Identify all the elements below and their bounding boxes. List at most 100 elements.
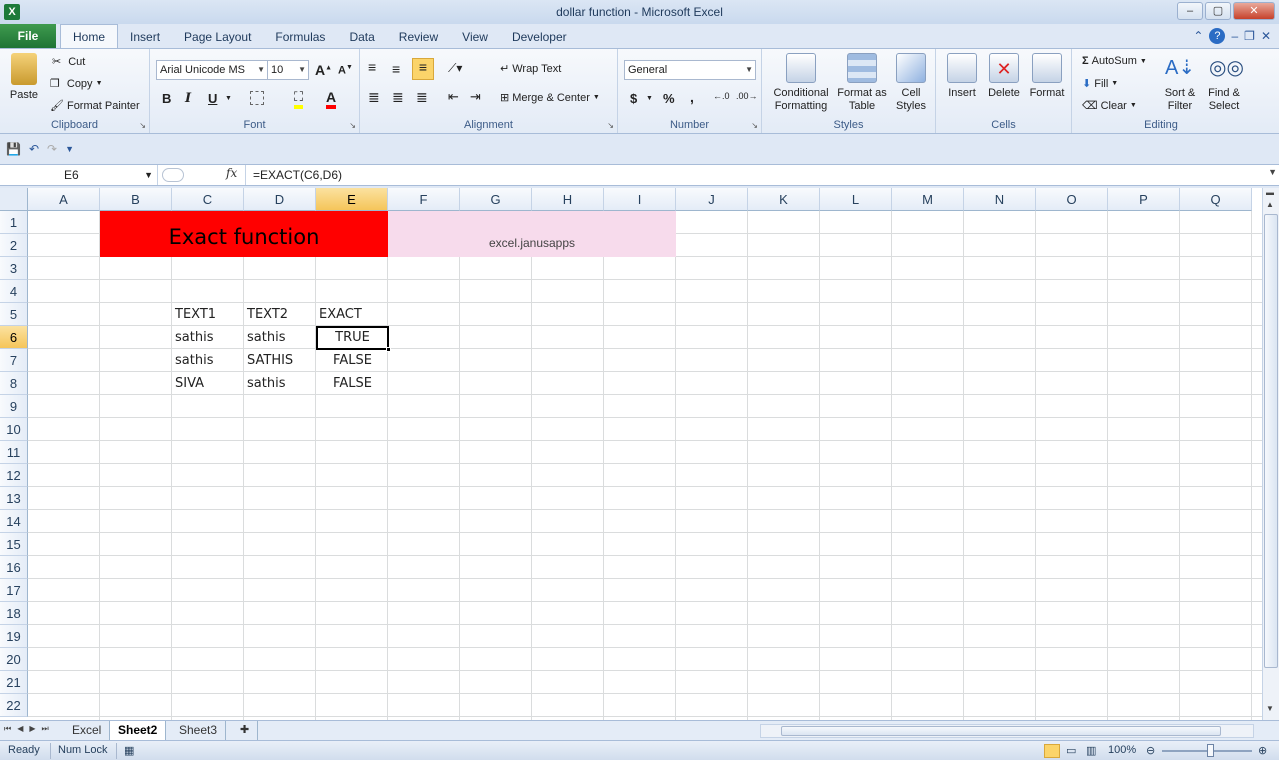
excel-app-icon[interactable]: X <box>4 4 20 20</box>
row-header-15[interactable]: 15 <box>0 533 28 556</box>
doc-restore-icon[interactable]: ❐ <box>1244 29 1255 43</box>
last-sheet-icon[interactable]: ⏭ <box>42 724 49 734</box>
row-header-16[interactable]: 16 <box>0 556 28 579</box>
cell-d8[interactable]: sathis <box>247 372 285 395</box>
row-header-5[interactable]: 5 <box>0 303 28 326</box>
row-header-8[interactable]: 8 <box>0 372 28 395</box>
close-button[interactable]: ✕ <box>1233 2 1275 20</box>
fill-handle[interactable] <box>386 347 391 352</box>
cell-d7[interactable]: SATHIS <box>247 349 293 372</box>
cell-e8[interactable]: FALSE <box>316 372 389 395</box>
split-handle[interactable]: ▬ <box>1266 188 1274 197</box>
insert-sheet-icon[interactable]: ✚ <box>232 721 259 740</box>
align-bottom-icon[interactable]: ≡ <box>412 58 434 80</box>
prev-sheet-icon[interactable]: ◀ <box>17 724 23 734</box>
vertical-scrollbar[interactable]: ▬ ▲ ▼ <box>1262 188 1279 720</box>
row-header-12[interactable]: 12 <box>0 464 28 487</box>
cut-button[interactable]: ✂ Cut <box>52 55 85 69</box>
borders-icon[interactable] <box>250 91 264 105</box>
insert-cells-button[interactable]: Insert <box>942 53 982 100</box>
align-top-icon[interactable]: ≡ <box>368 59 376 75</box>
cell-d6[interactable]: sathis <box>247 326 285 349</box>
cell-e7[interactable]: FALSE <box>316 349 389 372</box>
column-header-l[interactable]: L <box>820 188 892 211</box>
customize-qat-icon[interactable]: ▼ <box>65 144 74 154</box>
horizontal-scrollbar[interactable] <box>760 724 1254 738</box>
row-header-4[interactable]: 4 <box>0 280 28 303</box>
increase-decimal-icon[interactable]: ←.0 <box>713 91 730 101</box>
font-size-combo[interactable]: 10 ▼ <box>267 60 309 80</box>
column-header-p[interactable]: P <box>1108 188 1180 211</box>
zoom-in-icon[interactable]: ⊕ <box>1258 744 1267 757</box>
row-header-11[interactable]: 11 <box>0 441 28 464</box>
column-header-j[interactable]: J <box>676 188 748 211</box>
tab-data[interactable]: Data <box>337 26 386 48</box>
row-header-13[interactable]: 13 <box>0 487 28 510</box>
page-layout-view-icon[interactable]: ▭ <box>1066 744 1076 757</box>
scroll-down-icon[interactable]: ▼ <box>1266 704 1274 713</box>
column-header-m[interactable]: M <box>892 188 964 211</box>
column-header-f[interactable]: F <box>388 188 460 211</box>
align-right-icon[interactable]: ≣ <box>416 89 428 106</box>
column-header-h[interactable]: H <box>532 188 604 211</box>
chevron-down-icon[interactable]: ▼ <box>1268 167 1277 177</box>
column-header-i[interactable]: I <box>604 188 676 211</box>
maximize-button[interactable]: ▢ <box>1205 2 1231 20</box>
autosum-button[interactable]: Σ AutoSum ▼ <box>1082 55 1147 67</box>
row-header-20[interactable]: 20 <box>0 648 28 671</box>
formula-bar-expand-handle[interactable] <box>162 168 184 182</box>
align-middle-icon[interactable]: ≡ <box>392 61 400 77</box>
fill-color-icon[interactable]: ⛶ <box>294 89 304 109</box>
row-header-19[interactable]: 19 <box>0 625 28 648</box>
column-header-q[interactable]: Q <box>1180 188 1252 211</box>
site-banner[interactable]: excel.janusapps <box>388 211 676 257</box>
row-header-18[interactable]: 18 <box>0 602 28 625</box>
tab-home[interactable]: Home <box>60 24 119 48</box>
insert-function-button[interactable]: fx <box>226 166 237 180</box>
sheet-tab-sheet2[interactable]: Sheet2 <box>110 721 167 740</box>
row-header-6[interactable]: 6 <box>0 326 28 349</box>
merge-center-button[interactable]: ⊞ Merge & Center ▼ <box>500 91 600 105</box>
row-header-9[interactable]: 9 <box>0 395 28 418</box>
name-box[interactable]: E6 ▼ <box>0 165 158 185</box>
formula-input[interactable]: =EXACT(C6,D6) <box>253 165 342 185</box>
first-sheet-icon[interactable]: ⏮ <box>4 724 11 734</box>
decrease-decimal-icon[interactable]: .00→ <box>736 91 758 101</box>
font-color-icon[interactable]: A <box>326 89 337 109</box>
save-icon[interactable]: 💾 <box>6 142 21 156</box>
percent-button[interactable]: % <box>663 91 675 106</box>
conditional-formatting-button[interactable]: Conditional Formatting <box>768 53 834 113</box>
fill-button[interactable]: ⬇ Fill ▼ <box>1082 77 1118 91</box>
bold-button[interactable]: B <box>162 91 171 106</box>
cell-e5[interactable]: EXACT <box>319 303 362 326</box>
column-header-e[interactable]: E <box>316 188 388 211</box>
dialog-launcher-icon[interactable]: ↘ <box>139 121 146 130</box>
clear-button[interactable]: ⌫ Clear ▼ <box>1082 99 1137 113</box>
cell-c6[interactable]: sathis <box>175 326 213 349</box>
title-banner[interactable]: Exact function <box>100 211 388 257</box>
number-format-combo[interactable]: General ▼ <box>624 60 756 80</box>
row-header-3[interactable]: 3 <box>0 257 28 280</box>
row-header-10[interactable]: 10 <box>0 418 28 441</box>
currency-button[interactable]: $ <box>630 91 637 106</box>
scroll-up-icon[interactable]: ▲ <box>1266 200 1274 209</box>
column-header-g[interactable]: G <box>460 188 532 211</box>
delete-cells-button[interactable]: ✕ Delete <box>984 53 1024 100</box>
align-center-icon[interactable]: ≣ <box>392 89 404 106</box>
tab-file[interactable]: File <box>0 24 56 48</box>
doc-close-icon[interactable]: ✕ <box>1261 29 1271 43</box>
dialog-launcher-icon[interactable]: ↘ <box>349 121 356 130</box>
column-header-a[interactable]: A <box>28 188 100 211</box>
wrap-text-button[interactable]: ↵ Wrap Text <box>500 62 561 76</box>
tab-page-layout[interactable]: Page Layout <box>172 26 263 48</box>
comma-button[interactable]: , <box>690 89 694 105</box>
increase-indent-icon[interactable]: ⇥ <box>470 89 481 105</box>
column-header-d[interactable]: D <box>244 188 316 211</box>
sort-filter-button[interactable]: A⇣ Sort & Filter <box>1160 53 1200 113</box>
cell-c8[interactable]: SIVA <box>175 372 204 395</box>
shrink-font-icon[interactable]: A▼ <box>338 64 353 77</box>
undo-icon[interactable]: ↶ <box>29 142 39 156</box>
sheet-tab-sheet3[interactable]: Sheet3 <box>171 721 227 740</box>
row-header-2[interactable]: 2 <box>0 234 28 257</box>
column-header-k[interactable]: K <box>748 188 820 211</box>
